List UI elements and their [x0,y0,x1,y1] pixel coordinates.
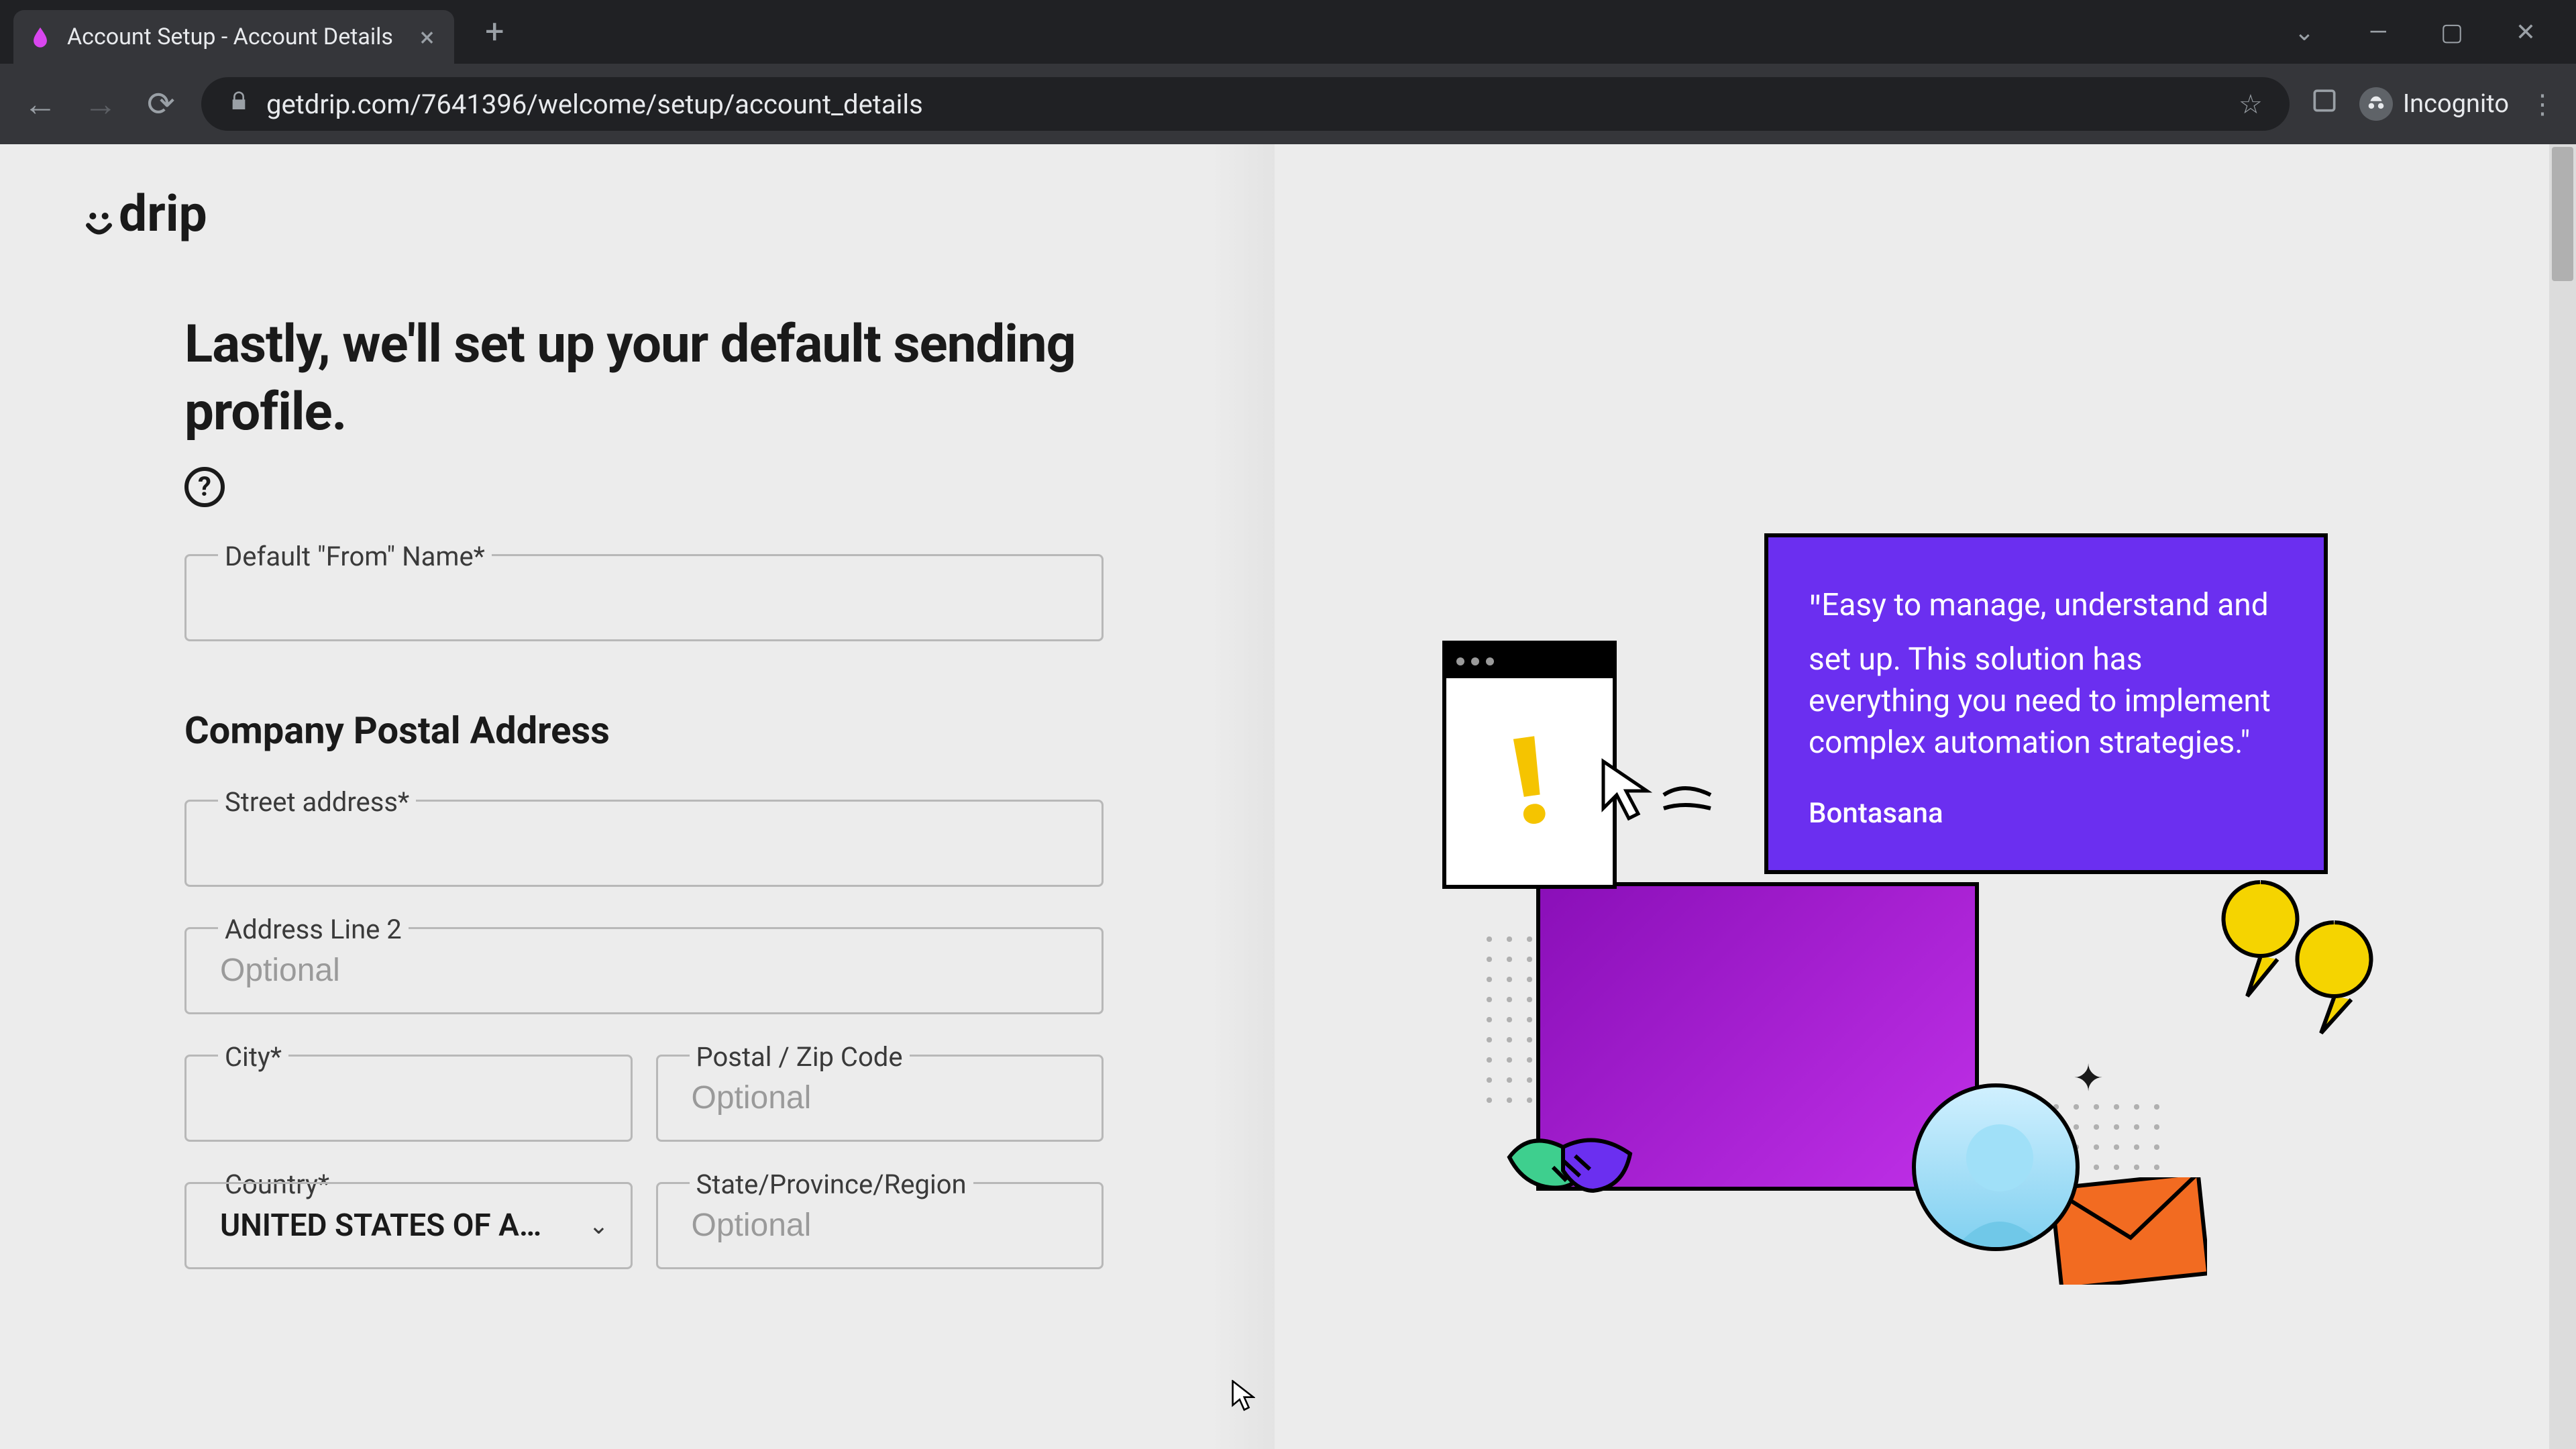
country-select[interactable]: UNITED STATES OF A… ⌄ [184,1182,633,1269]
quote-text: Easy to manage, understand and set up. T… [1809,587,2271,761]
page-content: drip Lastly, we'll set up your default s… [0,144,2576,1449]
logo-text: drip [119,184,207,244]
maximize-icon[interactable]: ▢ [2435,18,2469,46]
close-window-icon[interactable]: ✕ [2509,18,2542,46]
toolbar: ← → ⟳ getdrip.com/7641396/welcome/setup/… [0,64,2576,144]
illustration-panel: ! "Easy to manage, understand and set up… [1275,144,2576,1449]
mouse-cursor-icon [1231,1380,1255,1419]
window-controls: ⌄ — ▢ ✕ [2288,18,2563,46]
form-panel: drip Lastly, we'll set up your default s… [0,144,1275,1449]
cursor-illustration-icon [1597,755,1744,838]
city-label: City* [218,1041,288,1073]
postal-section-header: Company Postal Address [184,708,1104,753]
envelope-icon [2053,1177,2207,1285]
state-label: State/Province/Region [690,1169,973,1200]
browser-tab[interactable]: Account Setup - Account Details × [13,10,454,64]
drip-favicon-icon [27,23,54,50]
logo[interactable]: drip [80,184,1194,244]
bookmark-icon[interactable]: ☆ [2239,89,2263,120]
tab-bar: Account Setup - Account Details × + ⌄ — … [0,0,2576,64]
line2-label: Address Line 2 [218,914,409,945]
country-selected: UNITED STATES OF A… [184,1182,633,1269]
postal-label: Postal / Zip Code [690,1041,910,1073]
vertical-scrollbar[interactable] [2549,144,2576,1449]
quote-author: Bontasana [1809,797,2284,830]
chevron-down-icon: ⌄ [588,1212,608,1240]
illustration: ! "Easy to manage, understand and set up… [1442,413,2449,1218]
incognito-icon [2359,87,2393,121]
menu-icon[interactable]: ⋮ [2529,89,2556,120]
extensions-icon[interactable] [2310,86,2339,122]
scrollbar-thumb[interactable] [2552,147,2573,281]
reload-button[interactable]: ⟳ [141,85,181,124]
incognito-badge[interactable]: Incognito [2359,87,2509,121]
forward-button[interactable]: → [80,85,121,124]
browser-chrome: Account Setup - Account Details × + ⌄ — … [0,0,2576,144]
new-tab-button[interactable]: + [474,12,515,52]
speech-bubble-icon [2214,862,2388,1036]
exclamation-icon: ! [1503,709,1556,854]
avatar-icon [1912,1083,2080,1251]
close-tab-icon[interactable]: × [420,21,434,53]
tab-title: Account Setup - Account Details [67,23,393,50]
drip-logo-icon [80,196,117,233]
page-heading: Lastly, we'll set up your default sendin… [184,311,1194,447]
from-name-label: Default "From" Name* [218,541,492,572]
tab-dropdown-icon[interactable]: ⌄ [2288,18,2321,46]
url-text: getdrip.com/7641396/welcome/setup/accoun… [266,89,923,120]
form: Default "From" Name* Company Postal Addr… [184,554,1104,1309]
illustration-mini-window: ! [1442,641,1617,889]
incognito-label: Incognito [2403,89,2509,119]
sparkle-icon: ✦ [2073,1057,2104,1100]
testimonial-card: "Easy to manage, understand and set up. … [1764,533,2328,874]
help-icon[interactable]: ? [184,467,225,507]
lock-icon [228,91,250,118]
street-label: Street address* [218,786,416,818]
back-button[interactable]: ← [20,85,60,124]
handshake-icon [1489,1090,1657,1231]
minimize-icon[interactable]: — [2361,18,2395,46]
address-bar[interactable]: getdrip.com/7641396/welcome/setup/accoun… [201,77,2290,131]
